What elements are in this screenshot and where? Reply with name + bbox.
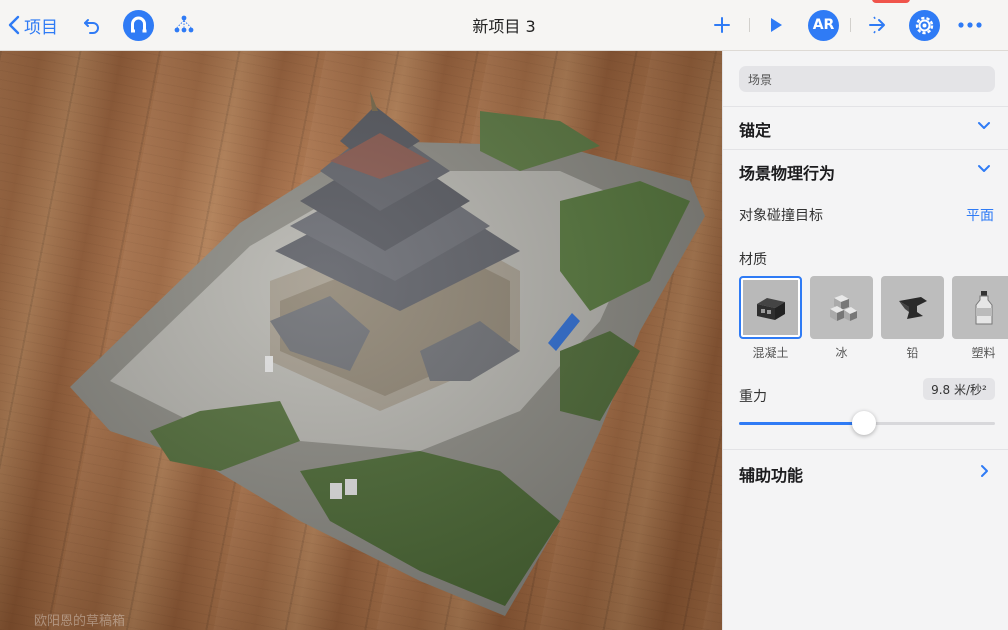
plus-icon <box>714 17 730 33</box>
undo-icon <box>84 19 99 34</box>
plastic-bottle-icon <box>975 290 992 324</box>
chevron-right-icon[interactable] <box>980 464 990 478</box>
lead-anvil-icon <box>898 296 927 319</box>
play-button[interactable] <box>768 0 784 50</box>
chevron-down-icon[interactable] <box>977 164 991 174</box>
collision-target-value[interactable]: 平面 <box>966 205 994 225</box>
ellipsis-icon <box>958 22 982 28</box>
anchor-magnet-icon <box>123 9 154 41</box>
more-options-button[interactable] <box>957 0 983 50</box>
accessibility-section-title[interactable]: 辅助功能 <box>739 462 803 486</box>
ar-badge: AR <box>808 9 839 41</box>
divider <box>723 106 1008 107</box>
chevron-left-icon <box>8 15 20 35</box>
play-icon <box>771 18 782 32</box>
divider <box>723 449 1008 450</box>
scene-hierarchy-button[interactable] <box>172 0 196 50</box>
back-to-projects-button[interactable]: 项目 <box>8 0 58 50</box>
gravity-slider-fill <box>739 422 865 425</box>
undo-button[interactable] <box>82 0 102 50</box>
material-lead-tile[interactable] <box>881 276 944 339</box>
ar-scene-viewport[interactable]: 欧阳恩的草稿箱 <box>0 51 722 630</box>
physics-section-title[interactable]: 场景物理行为 <box>739 160 835 184</box>
lighting-overlay <box>0 51 722 630</box>
behaviors-arrow-icon <box>869 16 885 34</box>
back-label: 项目 <box>24 17 58 38</box>
concrete-block-icon <box>756 297 785 320</box>
watermark-text: 欧阳恩的草稿箱 <box>34 614 126 629</box>
material-label: 材质 <box>739 252 767 268</box>
scene-selector-field[interactable]: 场景 <box>739 66 995 92</box>
inspector-panel: 场景 锚定 场景物理行为 对象碰撞目标 平面 材质 混凝土 冰 铅 塑料 重力 … <box>722 51 1008 630</box>
material-plastic-label: 塑料 <box>971 346 996 360</box>
material-concrete-tile[interactable] <box>739 276 802 339</box>
divider <box>723 149 1008 150</box>
material-plastic-tile[interactable] <box>952 276 1008 339</box>
gravity-slider-thumb[interactable] <box>852 411 877 435</box>
toolbar-divider <box>749 18 750 32</box>
hierarchy-icon <box>174 15 194 33</box>
toolbar-divider <box>850 18 851 32</box>
collision-target-label: 对象碰撞目标 <box>739 208 823 224</box>
ice-cubes-icon <box>829 294 857 321</box>
gravity-value-field[interactable]: 9.8 米/秒² <box>923 378 995 400</box>
material-concrete-label: 混凝土 <box>752 346 789 360</box>
top-toolbar: 项目 新项目 3 AR <box>0 0 1008 51</box>
gear-icon <box>909 9 940 41</box>
ar-mode-button[interactable]: AR <box>808 0 839 50</box>
material-ice-tile[interactable] <box>810 276 873 339</box>
material-lead-label: 铅 <box>906 346 919 360</box>
gravity-label: 重力 <box>739 389 767 405</box>
settings-button[interactable] <box>909 0 940 50</box>
anchor-button[interactable] <box>123 0 154 50</box>
material-ice-label: 冰 <box>835 346 848 360</box>
gravity-slider[interactable] <box>739 411 995 435</box>
add-object-button[interactable] <box>713 0 731 50</box>
anchor-section-title[interactable]: 锚定 <box>739 117 771 141</box>
behaviors-button[interactable] <box>866 0 890 50</box>
chevron-down-icon[interactable] <box>977 121 991 131</box>
